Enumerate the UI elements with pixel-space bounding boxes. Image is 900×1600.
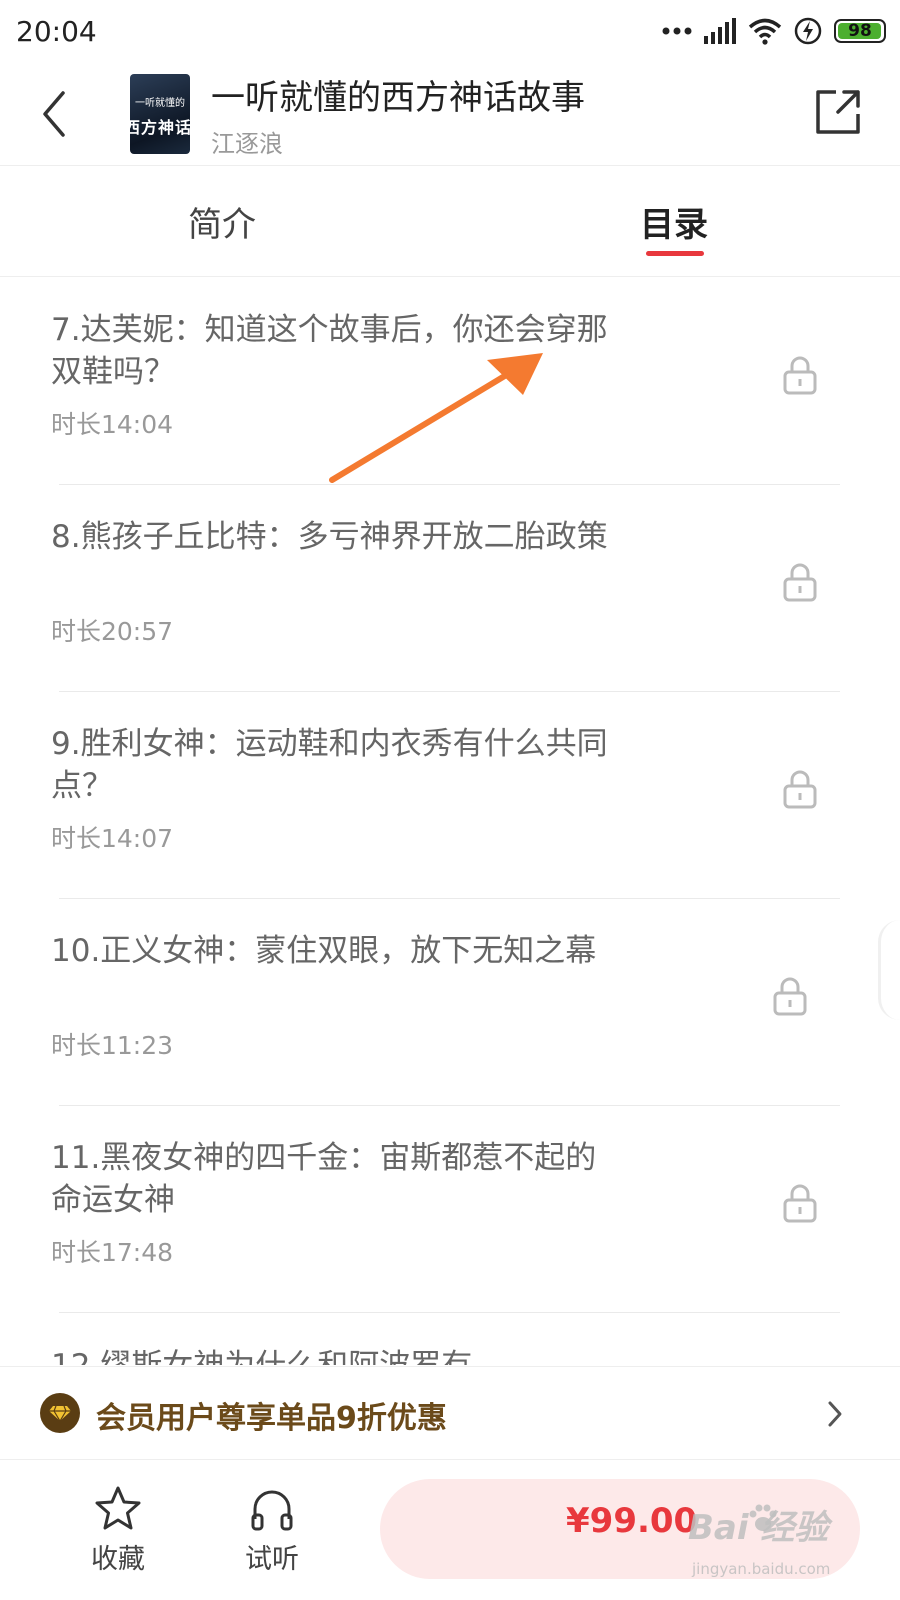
more-dots-icon xyxy=(662,27,692,35)
favorite-label: 收藏 xyxy=(91,1544,145,1575)
member-discount-bar[interactable]: 会员用户尊享单品9折优惠 xyxy=(0,1366,900,1460)
paw-logo-icon xyxy=(749,1504,777,1531)
episode-item[interactable]: 9.胜利女神：运动鞋和内衣秀有什么共同点？ 时长14:07 xyxy=(0,691,900,899)
episode-title: 11.黑夜女神的四千金：宙斯都惹不起的命运女神 xyxy=(51,1140,597,1218)
member-discount-text: 会员用户尊享单品9折优惠 xyxy=(96,1401,447,1436)
lock-icon xyxy=(783,356,817,395)
episode-title: 10.正义女神：蒙住双眼，放下无知之幕 xyxy=(51,933,597,969)
book-title: 一听就懂的西方神话故事 xyxy=(211,78,585,118)
cover-main-text: 西方神话故 xyxy=(130,118,190,137)
lock-icon xyxy=(773,977,807,1016)
author-name[interactable]: 江逐浪 xyxy=(211,124,283,159)
vip-diamond-icon xyxy=(40,1393,80,1433)
book-cover: 一听就懂的 西方神话故 xyxy=(130,74,190,154)
headphones-icon xyxy=(251,1490,293,1531)
episode-duration: 时长14:07 xyxy=(51,824,174,853)
lock-icon xyxy=(783,770,817,809)
status-icons: 98 xyxy=(662,17,886,45)
header: 一听就懂的 西方神话故 一听就懂的西方神话故事 江逐浪 xyxy=(0,62,900,166)
back-button[interactable] xyxy=(24,82,84,146)
scroll-indicator[interactable] xyxy=(878,920,900,1020)
wifi-icon xyxy=(748,18,782,45)
battery-level: 98 xyxy=(848,21,872,41)
signal-icon xyxy=(704,18,736,44)
episode-duration: 时长14:04 xyxy=(51,410,174,439)
tab-bar: 简介 目录 xyxy=(0,167,900,277)
active-tab-indicator xyxy=(646,251,704,256)
episode-item[interactable]: 7.达芙妮：知道这个故事后，你还会穿那双鞋吗？ 时长14:04 xyxy=(0,277,900,485)
share-button[interactable] xyxy=(810,84,866,140)
chevron-right-icon xyxy=(828,1401,842,1427)
favorite-button[interactable]: 收藏 xyxy=(68,1485,168,1576)
cover-top-text: 一听就懂的 xyxy=(135,98,185,109)
lock-icon xyxy=(783,1184,817,1223)
episode-item[interactable]: 8.熊孩子丘比特：多亏神界开放二胎政策 时长20:57 xyxy=(0,484,900,692)
episode-title: 7.达芙妮：知道这个故事后，你还会穿那双鞋吗？ xyxy=(51,312,608,390)
watermark: Bai 经验 jingyan.baidu.com xyxy=(688,1500,878,1580)
status-time: 20:04 xyxy=(16,14,97,48)
share-icon xyxy=(816,90,860,134)
preview-listen-label: 试听 xyxy=(245,1544,299,1575)
status-bar: 20:04 98 xyxy=(0,0,900,62)
divider xyxy=(59,1312,840,1313)
episode-title: 9.胜利女神：运动鞋和内衣秀有什么共同点？ xyxy=(51,726,608,804)
lock-icon xyxy=(783,563,817,602)
episode-item[interactable]: 10.正义女神：蒙住双眼，放下无知之幕 时长11:23 xyxy=(0,898,900,1106)
watermark-url: jingyan.baidu.com xyxy=(692,1560,831,1578)
chevron-left-icon xyxy=(43,91,65,137)
price-label[interactable]: ¥99.00 xyxy=(566,1501,697,1541)
battery-icon: 98 xyxy=(834,19,886,43)
episode-item[interactable]: 11.黑夜女神的四千金：宙斯都惹不起的命运女神 时长17:48 xyxy=(0,1105,900,1313)
episode-title: 8.熊孩子丘比特：多亏神界开放二胎政策 xyxy=(51,519,608,555)
charging-icon xyxy=(794,17,822,45)
episode-duration: 时长17:48 xyxy=(51,1238,174,1267)
tab-intro[interactable]: 简介 xyxy=(188,197,256,246)
episode-duration: 时长11:23 xyxy=(51,1031,174,1060)
preview-listen-button[interactable]: 试听 xyxy=(222,1485,322,1576)
star-icon xyxy=(95,1486,141,1530)
tab-catalog[interactable]: 目录 xyxy=(640,197,708,246)
episode-duration: 时长20:57 xyxy=(51,617,174,646)
